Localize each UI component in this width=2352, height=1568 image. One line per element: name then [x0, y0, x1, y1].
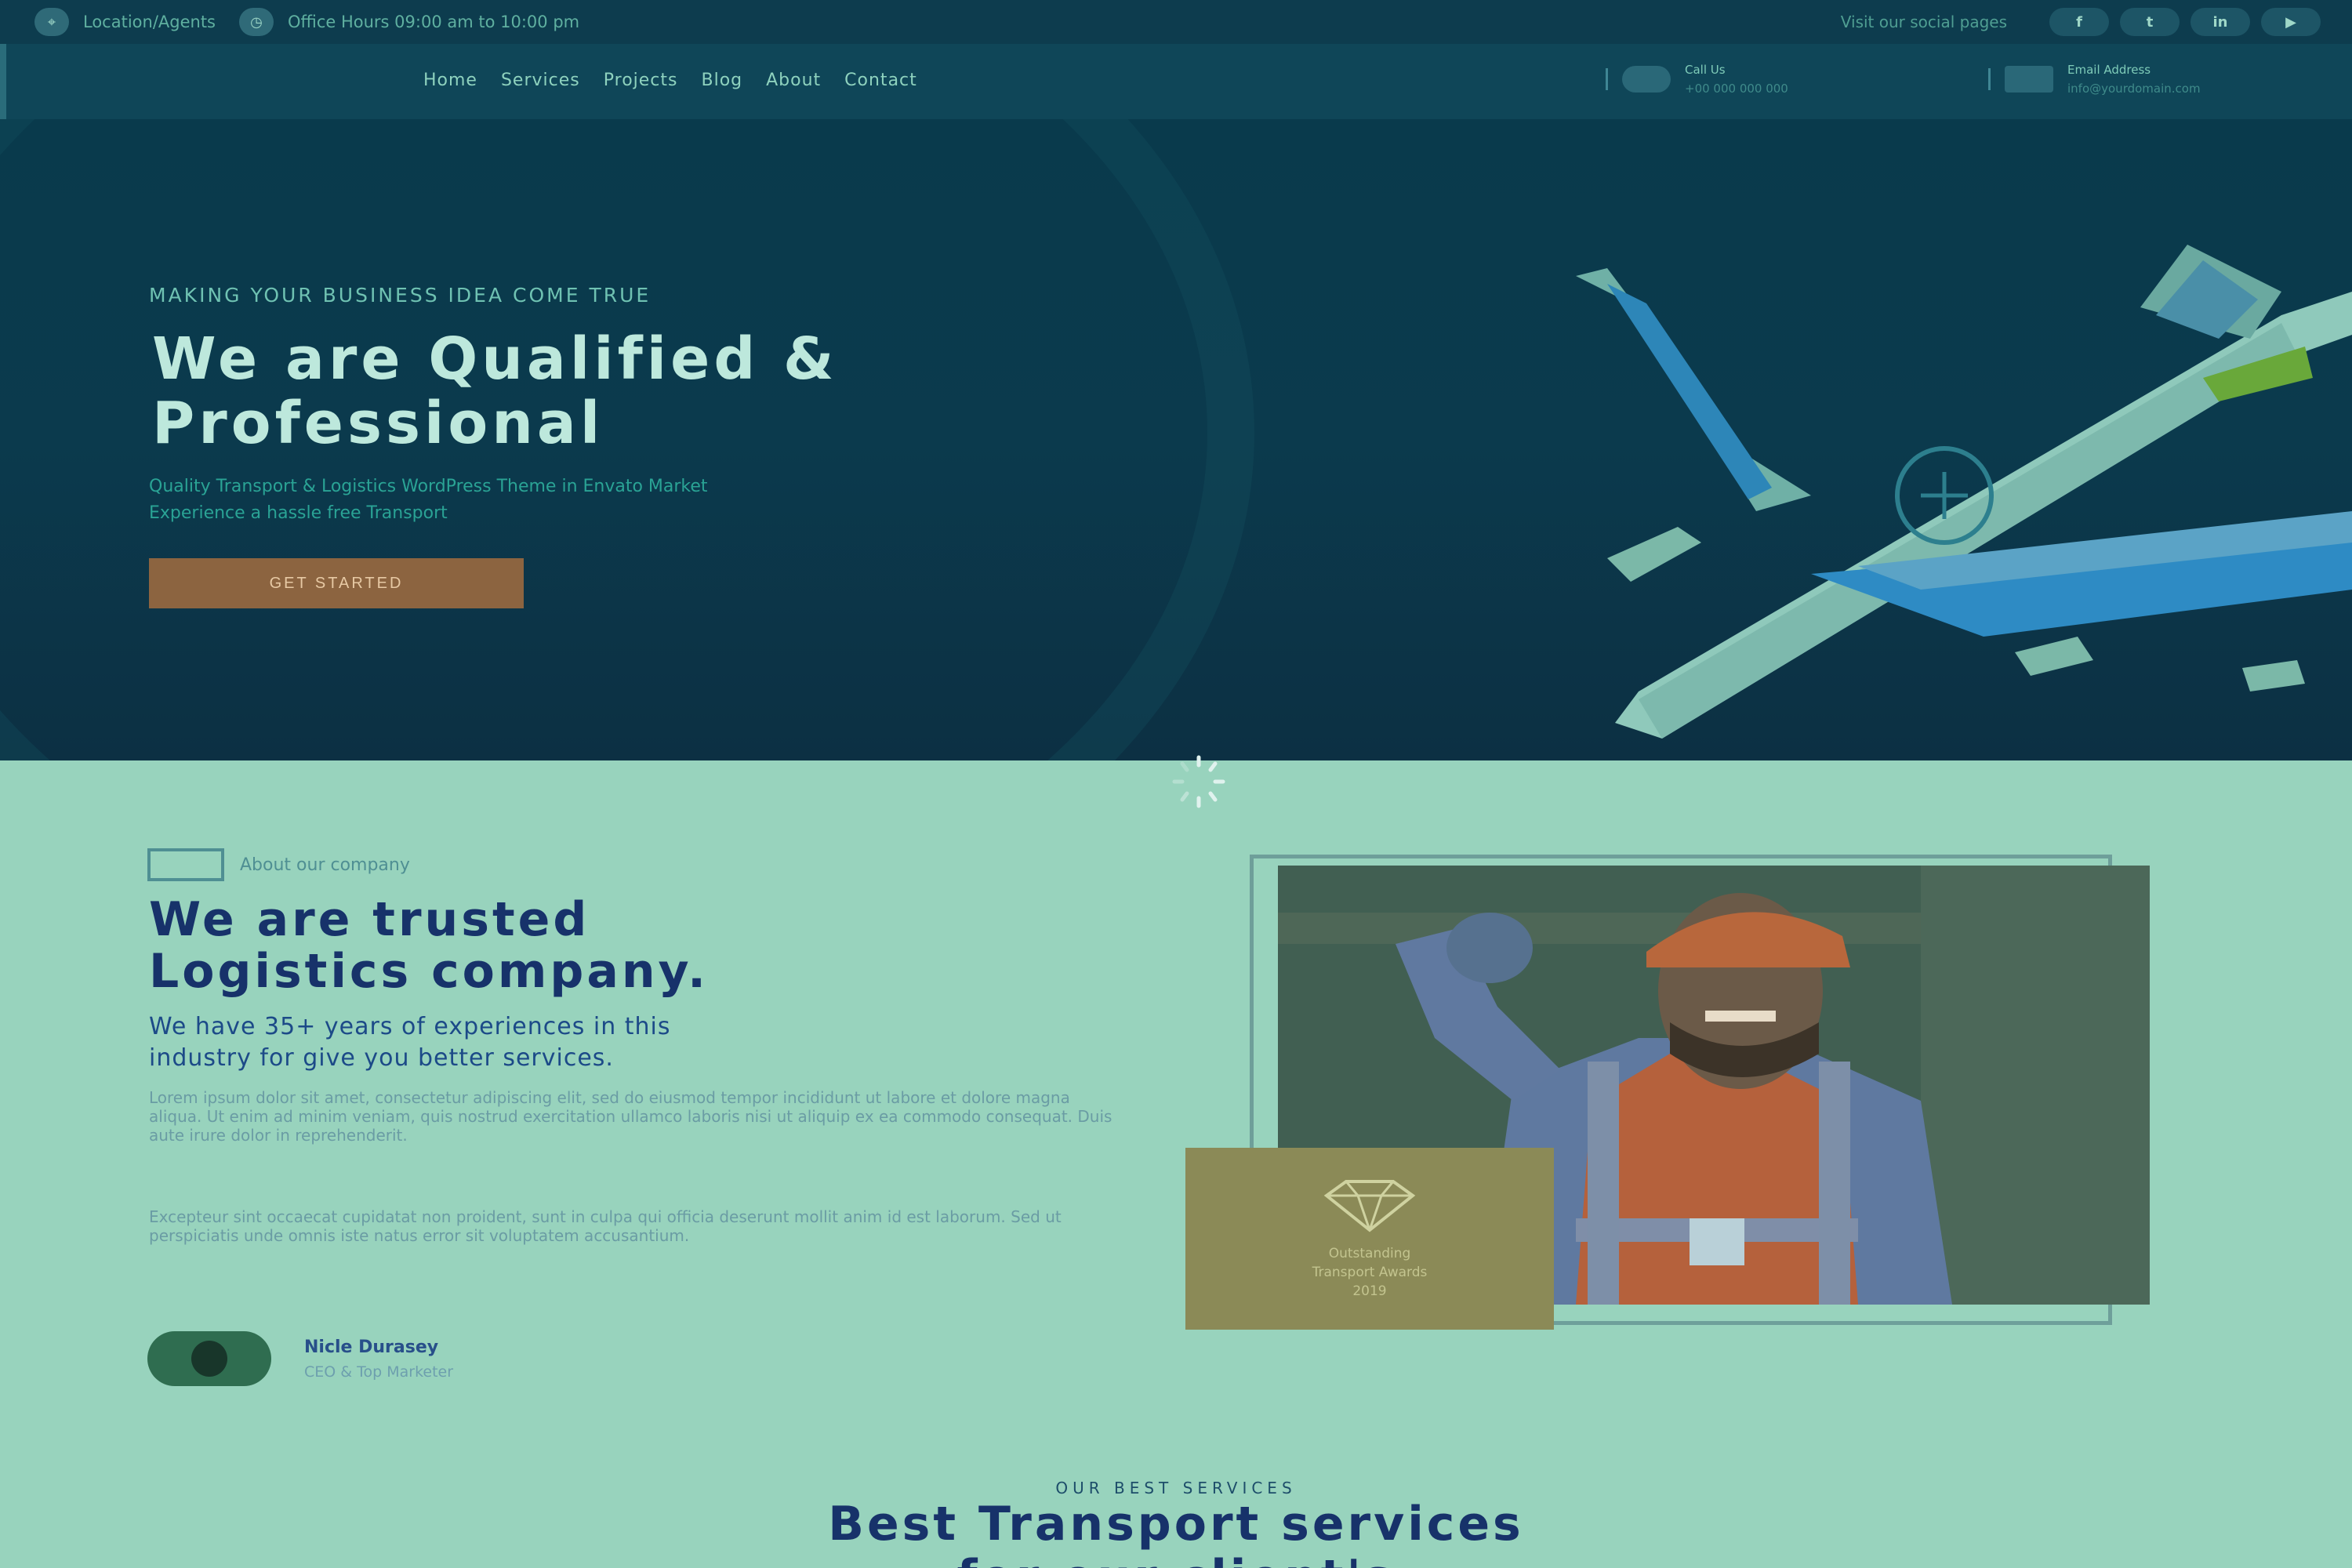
about-tag-text: About our company — [240, 855, 410, 875]
award-subtitle: Transport Awards — [1312, 1265, 1428, 1280]
nav-item-services[interactable]: Services — [501, 71, 580, 90]
about-lead-line1: We have 35+ years of experiences in this — [149, 1013, 671, 1040]
location-text: Location/Agents — [83, 13, 216, 31]
loading-spinner-icon — [1172, 755, 1225, 808]
services-title: Best Transport services for our client's — [0, 1497, 2352, 1568]
author-role: CEO & Top Marketer — [304, 1363, 454, 1381]
airplane-image — [1576, 245, 2352, 739]
office-hours-info: ◷ Office Hours 09:00 am to 10:00 pm — [239, 8, 579, 36]
email-label: Email Address — [2067, 63, 2151, 77]
youtube-icon[interactable]: ▶ — [2261, 8, 2321, 36]
social-links: Visit our social pages f t in ▶ — [1841, 0, 2321, 44]
about-title-line2: Logistics company. — [149, 944, 709, 999]
social-label: Visit our social pages — [1840, 13, 2007, 31]
call-value: +00 000 000 000 — [1685, 82, 1788, 96]
about-lead-line2: industry for give you better services. — [149, 1044, 614, 1072]
nav-menu: Home Services Projects Blog About Contac… — [423, 71, 941, 90]
avatar — [147, 1331, 271, 1386]
email-value: info@yourdomain.com — [2067, 82, 2201, 96]
envelope-icon — [2005, 66, 2053, 93]
author-block: Nicle Durasey CEO & Top Marketer — [147, 1331, 453, 1386]
hero-subtitle: Quality Transport & Logistics WordPress … — [149, 474, 1168, 527]
call-label: Call Us — [1685, 63, 1726, 77]
phone-icon — [1622, 66, 1671, 93]
nav-item-about[interactable]: About — [766, 71, 821, 90]
hero-section: MAKING YOUR BUSINESS IDEA COME TRUE We a… — [0, 119, 2352, 760]
about-title: We are trusted Logistics company. — [149, 894, 1168, 997]
hero-subtitle-line2: Experience a hassle free Transport — [149, 503, 448, 523]
location-info[interactable]: ⌖ Location/Agents — [34, 8, 216, 36]
map-pin-icon: ⌖ — [34, 8, 69, 36]
diamond-icon — [1323, 1180, 1416, 1232]
author-name: Nicle Durasey — [304, 1337, 439, 1357]
office-hours-text: Office Hours 09:00 am to 10:00 pm — [288, 13, 580, 31]
hero-subtitle-line1: Quality Transport & Logistics WordPress … — [149, 477, 708, 496]
hero-title-line2: Professional — [152, 390, 604, 457]
about-paragraph-1: Lorem ipsum dolor sit amet, consectetur … — [149, 1088, 1112, 1145]
services-title-line1: Best Transport services — [828, 1497, 1524, 1552]
about-title-line1: We are trusted — [149, 892, 590, 947]
award-title: Outstanding — [1328, 1246, 1411, 1261]
about-paragraph-2: Excepteur sint occaecat cupidatat non pr… — [149, 1207, 1062, 1245]
get-started-button[interactable]: GET STARTED — [149, 558, 524, 608]
twitter-icon[interactable]: t — [2120, 8, 2180, 36]
facebook-icon[interactable]: f — [2049, 8, 2109, 36]
top-bar: ⌖ Location/Agents ◷ Office Hours 09:00 a… — [0, 0, 2352, 44]
clock-icon: ◷ — [239, 8, 274, 36]
email-block[interactable]: Email Address info@yourdomain.com — [1988, 63, 2201, 96]
nav-item-blog[interactable]: Blog — [701, 71, 742, 90]
divider — [1606, 68, 1608, 90]
about-tag: About our company — [147, 848, 410, 881]
award-year: 2019 — [1352, 1283, 1387, 1299]
linkedin-icon[interactable]: in — [2190, 8, 2250, 36]
about-lead: We have 35+ years of experiences in this… — [149, 1011, 1129, 1074]
nav-item-home[interactable]: Home — [423, 71, 477, 90]
hero-title-line1: We are Qualified & — [152, 325, 838, 393]
award-badge: Outstanding Transport Awards 2019 — [1185, 1148, 1554, 1330]
nav-item-projects[interactable]: Projects — [604, 71, 678, 90]
nav-item-contact[interactable]: Contact — [844, 71, 917, 90]
main-navigation: Home Services Projects Blog About Contac… — [0, 44, 2352, 119]
services-title-line2: for our client's — [956, 1550, 1395, 1568]
services-kicker: OUR BEST SERVICES — [1055, 1479, 1297, 1497]
hero-title: We are Qualified & Professional — [152, 327, 1250, 456]
tag-box — [147, 848, 224, 881]
hero-kicker: MAKING YOUR BUSINESS IDEA COME TRUE — [149, 284, 652, 307]
divider — [1988, 68, 1991, 90]
call-us-block[interactable]: Call Us +00 000 000 000 — [1606, 63, 1788, 96]
